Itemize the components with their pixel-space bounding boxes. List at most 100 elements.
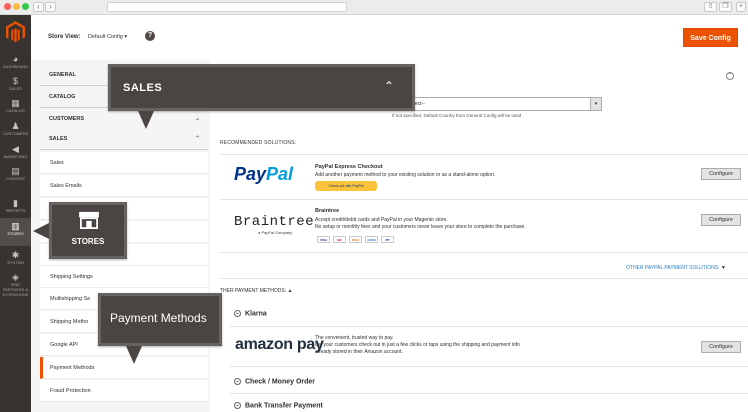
collapse-icon[interactable]: ⌃ [726,72,734,80]
nav-label: DASHBOARD [2,64,29,69]
amazon-desc-1: The convenient, trusted way to pay. [315,335,394,341]
section-label: CATALOG [49,94,76,100]
amazon-pay-logo: amazon pay [235,336,324,354]
payment-methods-callout-label: Payment Methods [110,311,207,325]
bank-transfer-section[interactable]: ⌄ Bank Transfer Payment [234,402,323,409]
address-bar[interactable] [107,2,347,12]
speedometer-icon: ◕ [12,54,19,64]
store-view-switcher[interactable]: Default Config ▾ [88,34,127,40]
klarna-title: Klarna [245,310,267,318]
paypal-title: PayPal Express Checkout [315,164,383,170]
bank-transfer-title: Bank Transfer Payment [245,402,323,410]
nav-label: REPORTS [5,208,26,213]
stores-callout: STORES [49,202,127,259]
caret-down-icon: ▾ [590,98,601,110]
divider [220,278,748,279]
nav-label: SYSTEM [7,260,24,265]
braintree-title: Braintree [315,208,340,214]
check-money-title: Check / Money Order [245,378,316,386]
discover-card-icon: DISC [349,236,362,243]
admin-sidebar: ◕ DASHBOARD $ SALES ▦ CATALOG ♟ CUSTOMERS ◀ M… [0,15,31,412]
magento-logo-icon[interactable] [6,21,25,43]
expand-icon: ⌄ [234,402,241,409]
forward-icon[interactable]: › [45,2,56,12]
help-icon[interactable]: ? [145,31,155,41]
megaphone-icon: ◀ [12,144,19,154]
braintree-logo-sub: a PayPal Company [258,230,293,235]
dollar-icon: $ [12,76,18,86]
page-header: Store View: Default Config ▾ ? Save Conf… [31,15,748,60]
minimize-window-icon[interactable] [13,3,20,10]
nav-label: MARKETING [3,154,28,159]
nav-label: CATALOG [6,108,25,113]
braintree-desc-2: No setup or monthly fees and your custom… [315,224,526,230]
nav-label: CUSTOMERS [2,131,29,136]
paypal-card-icon: PP [381,236,394,243]
other-methods-toggle[interactable]: THER PAYMENT METHODS: ▲ [220,288,292,294]
paypal-configure-button[interactable]: Configure [701,168,741,180]
divider [220,199,748,200]
bar-chart-icon: ▮ [13,198,18,208]
other-paypal-label: OTHER PAYPAL PAYMENT SOLUTIONS: [626,265,720,271]
check-money-section[interactable]: ⌄ Check / Money Order [234,378,315,385]
nav-label: STORES [7,231,24,236]
nav-label: FIND PARTNERS & EXTENSIONS [2,282,29,297]
share-icon[interactable]: ⇧ [704,2,717,12]
section-sales[interactable]: SALES ⌃ [40,128,208,150]
caret-up-icon: ▲ [287,288,293,294]
store-view-value: Default Config [88,34,123,40]
payment-methods-callout: Payment Methods [98,293,222,346]
caret-down-icon: ▼ [720,265,726,271]
chevron-down-icon: ⌄ [194,116,200,122]
paypal-logo: PayPal [234,164,294,184]
close-window-icon[interactable] [4,3,11,10]
visa-card-icon: VISA [317,236,330,243]
recommended-label: RECOMMENDED SOLUTIONS: [220,140,297,146]
config-item-fraud-protection[interactable]: Fraud Protection [40,380,208,402]
klarna-section[interactable]: ⌄ Klarna [234,310,267,317]
gear-icon: ✱ [11,250,20,260]
config-item-sales-emails[interactable]: Sales Emails [40,175,208,197]
maximize-window-icon[interactable] [22,3,29,10]
merchant-country-select[interactable]: elect-- ▾ [407,97,602,111]
payment-callout-pointer [126,346,142,364]
braintree-logo: Braintree [234,214,314,230]
box-icon: ▦ [11,98,20,108]
paypal-checkout-button: Check out with PayPal [315,181,377,191]
save-config-button[interactable]: Save Config [683,28,738,47]
store-view-label: Store View: [48,34,81,40]
caret-down-icon: ▾ [124,34,128,40]
braintree-wordmark: Braintree [234,214,315,230]
paypal-desc: Add another payment method to your exist… [315,172,496,178]
nav-content[interactable]: ▤ CONTENT [0,163,31,193]
expand-icon: ⌄ [234,378,241,385]
nav-stores[interactable]: ▥ STORES [0,218,31,246]
main-content: ⌃ elect-- ▾ If not specified, Default Cou… [220,60,748,412]
section-label: GENERAL [49,72,76,78]
chevron-up-icon: ⌃ [383,79,394,93]
select-note: If not specified, Default Country from G… [392,113,522,118]
store-icon: ▥ [11,221,20,231]
other-paypal-link[interactable]: OTHER PAYPAL PAYMENT SOLUTIONS: ▼ [626,265,726,271]
sales-callout-pointer [138,111,154,129]
nav-partners[interactable]: ◈ FIND PARTNERS & EXTENSIONS [0,269,31,303]
nav-label: CONTENT [5,176,26,181]
mastercard-icon: MC [333,236,346,243]
expand-icon: ⌄ [234,310,241,317]
back-icon[interactable]: ‹ [33,2,44,12]
amex-card-icon: AMEX [365,236,378,243]
braintree-configure-button[interactable]: Configure [701,214,741,226]
config-item-shipping-settings[interactable]: Shipping Settings [40,266,208,288]
divider [230,393,748,394]
amazon-configure-button[interactable]: Configure [701,341,741,353]
section-customers[interactable]: CUSTOMERS ⌄ [40,108,208,130]
config-item-sales[interactable]: Sales [40,152,208,174]
amazon-wordmark: amazon pay [235,336,324,353]
stores-callout-pointer [33,223,49,239]
nav-label: SALES [9,86,22,91]
new-tab-icon[interactable]: + [736,2,746,12]
config-item-payment-methods[interactable]: Payment Methods [40,357,208,379]
amazon-desc-2: Let your customers check out in just a f… [315,342,520,348]
tabs-icon[interactable]: ❐ [719,2,732,12]
other-methods-label: THER PAYMENT METHODS: [220,288,287,294]
